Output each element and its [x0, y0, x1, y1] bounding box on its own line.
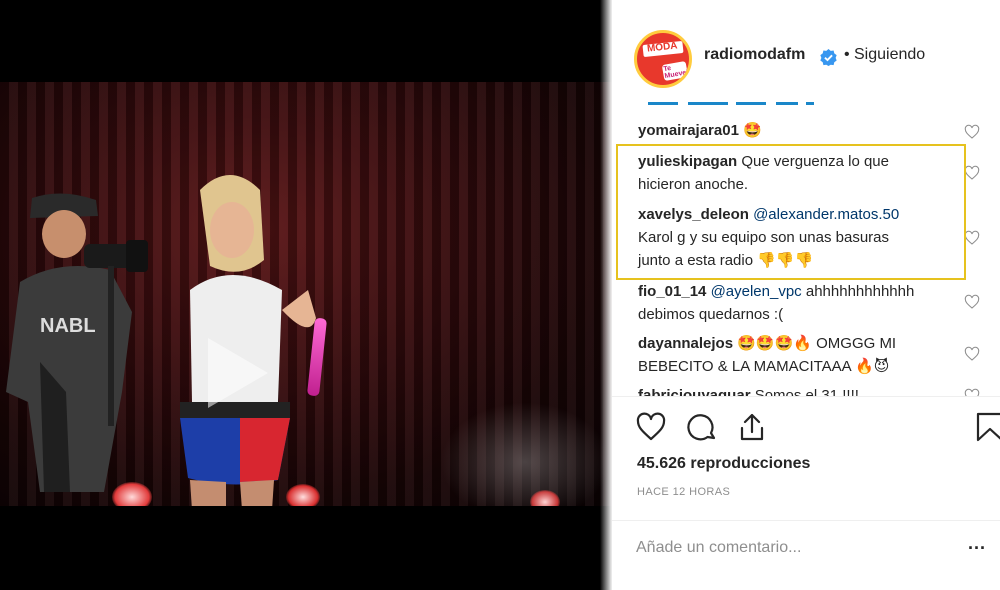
username-link[interactable]: radiomodafm: [704, 46, 805, 64]
view-count[interactable]: 45.626 reproducciones: [637, 455, 810, 473]
header-separator: •: [844, 46, 850, 63]
comment-username[interactable]: fio_01_14: [638, 283, 706, 300]
verified-badge-icon: [820, 49, 837, 66]
comment-like-heart-icon[interactable]: [964, 230, 980, 246]
comment-text: debimos quedarnos :(: [638, 306, 784, 323]
heart-icon[interactable]: [635, 411, 667, 443]
share-icon[interactable]: [736, 411, 768, 443]
comment-like-heart-icon[interactable]: [964, 124, 980, 140]
comment-emoji: 🔥😈: [855, 357, 890, 375]
play-button[interactable]: [186, 328, 276, 418]
comment-icon[interactable]: [686, 411, 718, 443]
post-timestamp[interactable]: HACE 12 HORAS: [637, 486, 730, 498]
panel-bottom: [612, 576, 1000, 590]
comment-emoji: 🤩🤩🤩🔥: [737, 334, 812, 352]
comment-like-heart-icon[interactable]: [964, 388, 980, 396]
comment-mention[interactable]: @ayelen_vpc: [711, 283, 802, 300]
more-options-button[interactable]: ...: [968, 533, 986, 554]
comment-username[interactable]: yomairajara01: [638, 122, 739, 139]
comment-list[interactable]: yomairajara01 🤩 yulieskipagan Que vergue…: [612, 96, 1000, 396]
post-panel: MODA Te Mueve! radiomodafm • Siguiendo y…: [612, 0, 1000, 590]
comment-emoji: 🤩: [743, 121, 762, 139]
comment-text: BEBECITO & LA MAMACITAAA: [638, 358, 851, 375]
comment-like-heart-icon[interactable]: [964, 294, 980, 310]
comment-text: ahhhhhhhhhhhh: [805, 283, 915, 300]
comment-item: dayannalejos 🤩🤩🤩🔥 OMGGG MI BEBECITO & LA…: [638, 332, 958, 378]
follow-status-button[interactable]: Siguiendo: [854, 46, 925, 64]
comment-item: fio_01_14 @ayelen_vpc ahhhhhhhhhhhh debi…: [638, 280, 958, 326]
avatar-logo-subtext: Te Mueve!: [662, 64, 690, 81]
svg-text:NABL: NABL: [40, 315, 96, 337]
clipped-comment-text: [636, 102, 816, 105]
comment-username[interactable]: dayannalejos: [638, 335, 733, 352]
comment-like-heart-icon[interactable]: [964, 346, 980, 362]
highlight-box: [616, 144, 966, 280]
comment-item: yomairajara01 🤩: [638, 119, 958, 142]
video-frame[interactable]: NABL: [0, 82, 612, 506]
comment-text: Somos el 31 !!!!: [754, 387, 859, 396]
add-comment-bar: ...: [612, 520, 1000, 576]
video-player[interactable]: NABL: [0, 0, 612, 590]
add-comment-input[interactable]: [636, 535, 946, 561]
comment-item: fabriciouyaguar Somos el 31 !!!!: [638, 384, 958, 396]
play-icon: [208, 338, 268, 408]
comment-text: OMGGG MI: [816, 335, 897, 352]
comment-like-heart-icon[interactable]: [964, 165, 980, 181]
avatar[interactable]: MODA Te Mueve!: [634, 30, 692, 88]
bookmark-icon[interactable]: [974, 411, 1000, 443]
comment-username[interactable]: fabriciouyaguar: [638, 387, 751, 396]
